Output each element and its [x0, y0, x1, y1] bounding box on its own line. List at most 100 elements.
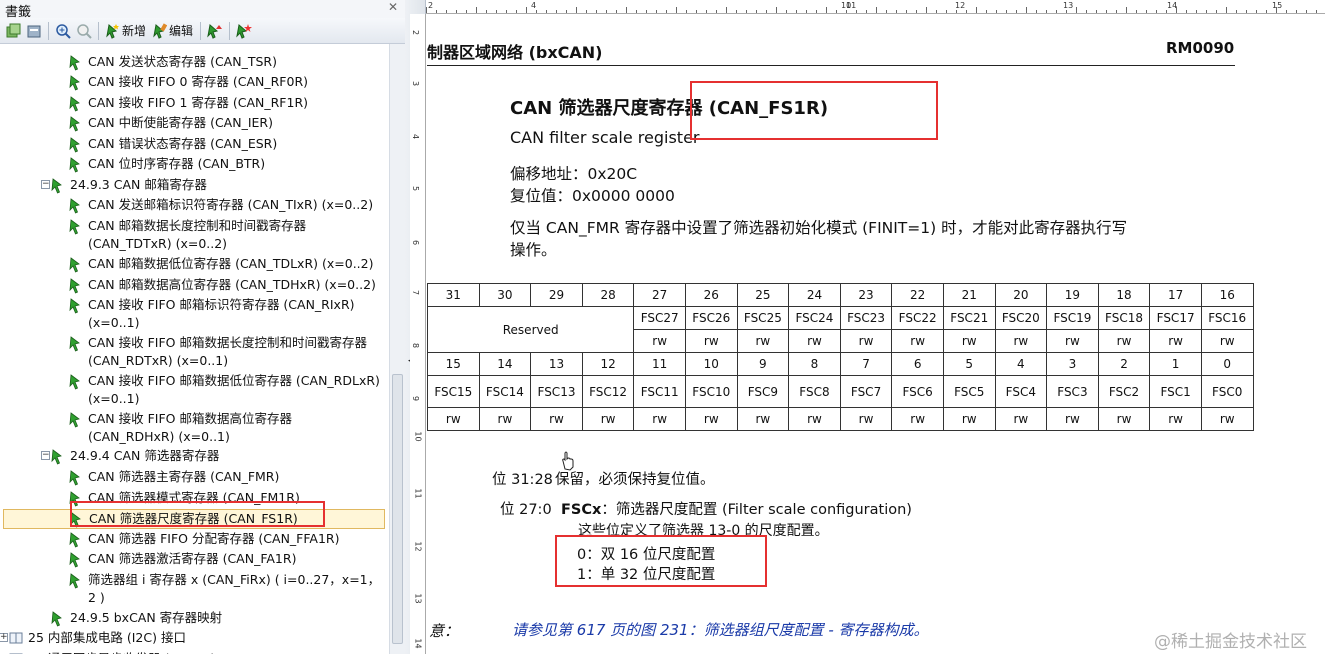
tree-item[interactable]: CAN 接收 FIFO 邮箱数据高位寄存器 (CAN_RDHxR) (x=0..…	[68, 410, 292, 446]
ruler-tick	[726, 7, 727, 13]
tree-item[interactable]: CAN 位时序寄存器 (CAN_BTR)	[68, 155, 265, 173]
ruler-tick	[856, 10, 857, 13]
access-cell: rw	[684, 329, 738, 353]
tree-item[interactable]: 筛选器组 i 寄存器 x (CAN_FiRx) ( i=0..27，x=1， 2…	[68, 571, 380, 607]
tree-item-label: 25 内部集成电路 (I2C) 接口	[28, 630, 186, 645]
field-name-cell: FSC21	[942, 306, 996, 330]
ruler-tick	[1026, 7, 1027, 13]
panel-title: 書籤	[0, 0, 405, 20]
ruler-tick	[426, 7, 427, 13]
ruler-tick	[696, 10, 697, 13]
figure-link[interactable]: 第 617 页的图 231：筛选器组尺度配置 - 寄存器构成	[557, 621, 914, 639]
access-cell: rw	[1046, 329, 1099, 353]
tree-item[interactable]: CAN 接收 FIFO 邮箱数据长度控制和时间戳寄存器 (CAN_RDTxR) …	[68, 334, 367, 370]
bookmark-icon	[68, 410, 84, 428]
note-label: 意：	[429, 622, 460, 640]
ruler-tick	[736, 10, 737, 13]
access-cell: rw	[994, 407, 1048, 431]
tree-scrollbar[interactable]	[389, 44, 405, 654]
tree-item[interactable]: CAN 中断使能寄存器 (CAN_IER)	[68, 114, 273, 132]
ruler-number: 6	[411, 239, 421, 246]
bookmark-up-icon[interactable]	[206, 22, 224, 40]
tree-item-label: CAN 接收 FIFO 邮箱数据长度控制和时间戳寄存器 (CAN_RDTxR) …	[88, 335, 367, 368]
access-cell: rw	[788, 407, 841, 431]
bookmark-icon	[50, 176, 66, 194]
bit31-label: 位 31:28	[492, 472, 553, 488]
field-name-cell: FSC14	[478, 375, 532, 408]
new-bookmark-button[interactable]: 新增	[104, 21, 148, 41]
tree-item[interactable]: CAN 筛选器主寄存器 (CAN_FMR)	[68, 468, 279, 486]
close-icon[interactable]: ✕	[386, 0, 400, 14]
bit-number-cell: 5	[942, 352, 996, 376]
ruler-tick	[556, 10, 557, 13]
bit-number-cell: 29	[530, 283, 583, 307]
bit-number-cell: 19	[1046, 283, 1099, 307]
tree-item[interactable]: CAN 错误状态寄存器 (CAN_ESR)	[68, 135, 277, 153]
bit-number-cell: 9	[736, 352, 790, 376]
expand-all-icon[interactable]	[4, 22, 22, 40]
tree-item[interactable]: CAN 邮箱数据长度控制和时间戳寄存器 (CAN_TDTxR) (x=0..2)	[68, 217, 306, 253]
bookmark-icon	[68, 530, 84, 548]
collapse-toggle-icon[interactable]: −	[41, 180, 50, 189]
ruler-tick	[1266, 10, 1267, 13]
edit-bookmark-button[interactable]: 编辑	[151, 21, 195, 41]
field-name-cell: FSC6	[891, 375, 944, 408]
bit27-label: 位 27:0	[500, 502, 552, 518]
tree-item[interactable]: CAN 邮箱数据高位寄存器 (CAN_TDHxR) (x=0..2)	[68, 276, 376, 294]
ruler-tick	[1136, 10, 1137, 13]
zoom-out-icon[interactable]	[75, 22, 93, 40]
reserved-cell: Reserved	[427, 306, 635, 353]
tree-item[interactable]: 24.9.5 bxCAN 寄存器映射	[50, 609, 222, 627]
ruler-tick	[1216, 10, 1217, 13]
ruler-tick	[486, 10, 487, 13]
tree-item[interactable]: 26 通用同步异步收发器 (USART)	[8, 650, 215, 654]
ruler-tick	[1296, 10, 1297, 13]
access-cell: rw	[633, 407, 686, 431]
toolbar-separator	[200, 21, 202, 40]
ruler-tick	[446, 10, 447, 13]
tree-item-label: CAN 筛选器主寄存器 (CAN_FMR)	[88, 469, 280, 484]
bit27-line: FSCx：筛选器尺度配置 (Filter scale configuration…	[561, 498, 912, 519]
tree-item[interactable]: 24.9.3 CAN 邮箱寄存器	[50, 176, 207, 194]
ruler-tick	[576, 7, 577, 13]
ruler-tick	[886, 10, 887, 13]
bit-number-cell: 11	[633, 352, 686, 376]
tree-item[interactable]: CAN 接收 FIFO 邮箱标识符寄存器 (CAN_RIxR) (x=0..1)	[68, 296, 355, 332]
tree-item[interactable]: CAN 接收 FIFO 0 寄存器 (CAN_RF0R)	[68, 73, 308, 91]
field-name-cell: FSC27	[633, 306, 686, 330]
tree-item-label: CAN 接收 FIFO 0 寄存器 (CAN_RF0R)	[88, 74, 309, 89]
collapse-all-icon[interactable]	[25, 22, 43, 40]
access-cell: rw	[684, 407, 738, 431]
tree-item[interactable]: CAN 邮箱数据低位寄存器 (CAN_TDLxR) (x=0..2)	[68, 255, 373, 273]
tree-item[interactable]: CAN 发送状态寄存器 (CAN_TSR)	[68, 53, 277, 71]
tree-item[interactable]: 24.9.4 CAN 筛选器寄存器	[50, 447, 219, 465]
description-line-2: 操作。	[510, 241, 557, 259]
bookmark-icon	[50, 447, 66, 465]
ruler-tick	[566, 10, 567, 13]
reset-value: 复位值：0x0000 0000	[510, 187, 675, 205]
tree-item[interactable]: CAN 接收 FIFO 1 寄存器 (CAN_RF1R)	[68, 94, 308, 112]
bookmark-icon	[68, 276, 84, 294]
bit-number-cell: 30	[478, 283, 532, 307]
tree-item[interactable]: CAN 发送邮箱标识符寄存器 (CAN_TIxR) (x=0..2)	[68, 196, 373, 214]
field-name-cell: FSC19	[1046, 306, 1099, 330]
access-cell: rw	[788, 329, 841, 353]
scrollbar-thumb[interactable]	[392, 374, 403, 644]
expand-toggle-icon[interactable]: +	[0, 633, 8, 642]
ruler-tick	[1096, 10, 1097, 13]
tree-item[interactable]: 25 内部集成电路 (I2C) 接口	[8, 629, 186, 647]
ruler-tick	[706, 10, 707, 13]
field-name-cell: FSC25	[736, 306, 790, 330]
header-divider	[427, 65, 1235, 66]
zoom-in-icon[interactable]	[54, 22, 72, 40]
tree-item-label: 24.9.5 bxCAN 寄存器映射	[70, 610, 223, 625]
collapse-toggle-icon[interactable]: −	[41, 451, 50, 460]
offset-address: 偏移地址：0x20C	[510, 165, 638, 183]
ruler-tick	[496, 10, 497, 13]
ruler-tick	[1186, 10, 1187, 13]
bookmark-properties-icon[interactable]	[235, 22, 253, 40]
tree-item[interactable]: CAN 筛选器 FIFO 分配寄存器 (CAN_FFA1R)	[68, 530, 339, 548]
tree-item[interactable]: CAN 接收 FIFO 邮箱数据低位寄存器 (CAN_RDLxR) (x=0..…	[68, 372, 380, 408]
bit-number-cell: 15	[427, 352, 480, 376]
tree-item[interactable]: CAN 筛选器激活寄存器 (CAN_FA1R)	[68, 550, 296, 568]
